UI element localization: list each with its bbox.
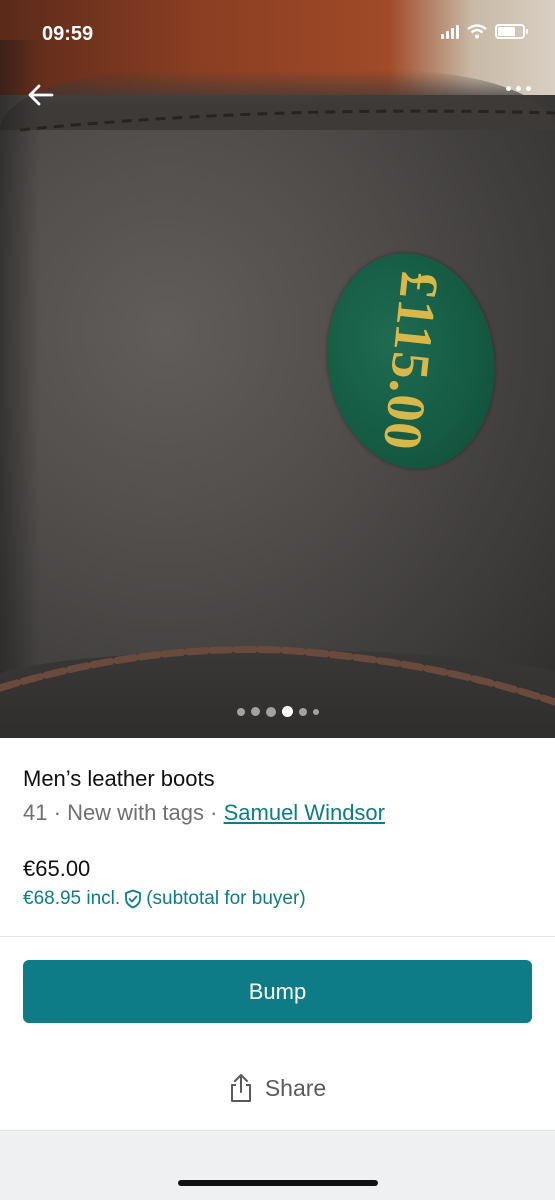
stitching-top bbox=[19, 109, 555, 132]
share-icon bbox=[230, 1074, 251, 1102]
item-condition: New with tags bbox=[67, 800, 205, 825]
price-incl-value: €68.95 incl. bbox=[23, 888, 121, 909]
pagination-dot[interactable] bbox=[312, 708, 319, 715]
price-incl-row[interactable]: €68.95 incl. (subtotal for buyer) bbox=[23, 888, 306, 910]
pagination-dot-active[interactable] bbox=[281, 706, 293, 717]
home-indicator[interactable] bbox=[177, 1180, 378, 1186]
bump-button-label: Bump bbox=[248, 978, 307, 1004]
item-size: 41 bbox=[23, 800, 48, 825]
bump-button[interactable]: Bump bbox=[23, 960, 532, 1023]
back-arrow-icon[interactable] bbox=[26, 82, 56, 108]
shield-check-icon bbox=[125, 889, 142, 909]
meta-separator: · bbox=[210, 800, 218, 825]
pagination-dot[interactable] bbox=[298, 707, 307, 716]
pagination-dot[interactable] bbox=[265, 706, 276, 717]
signal-icon bbox=[441, 24, 459, 39]
item-title: Men’s leather boots bbox=[23, 766, 215, 791]
share-button[interactable]: Share bbox=[0, 1068, 555, 1108]
stitching-bottom bbox=[0, 645, 555, 706]
status-icons bbox=[441, 24, 528, 39]
photo-pagination bbox=[0, 706, 555, 717]
pagination-dot[interactable] bbox=[250, 707, 260, 716]
brand-link[interactable]: Samuel Windsor bbox=[224, 800, 385, 825]
meta-separator: · bbox=[53, 800, 61, 825]
bottom-area bbox=[0, 1130, 555, 1200]
item-price: €65.00 bbox=[23, 856, 91, 881]
share-button-label: Share bbox=[264, 1074, 327, 1101]
battery-icon bbox=[495, 24, 528, 39]
item-photo[interactable]: £115.00 bbox=[0, 0, 555, 738]
item-meta: 41 · New with tags · Samuel Windsor bbox=[23, 800, 385, 826]
pagination-dot[interactable] bbox=[236, 707, 245, 716]
more-options-icon[interactable] bbox=[506, 86, 531, 91]
price-incl-note: (subtotal for buyer) bbox=[146, 888, 306, 909]
status-time: 09:59 bbox=[42, 23, 94, 45]
divider bbox=[0, 936, 555, 937]
wifi-icon bbox=[467, 24, 487, 39]
